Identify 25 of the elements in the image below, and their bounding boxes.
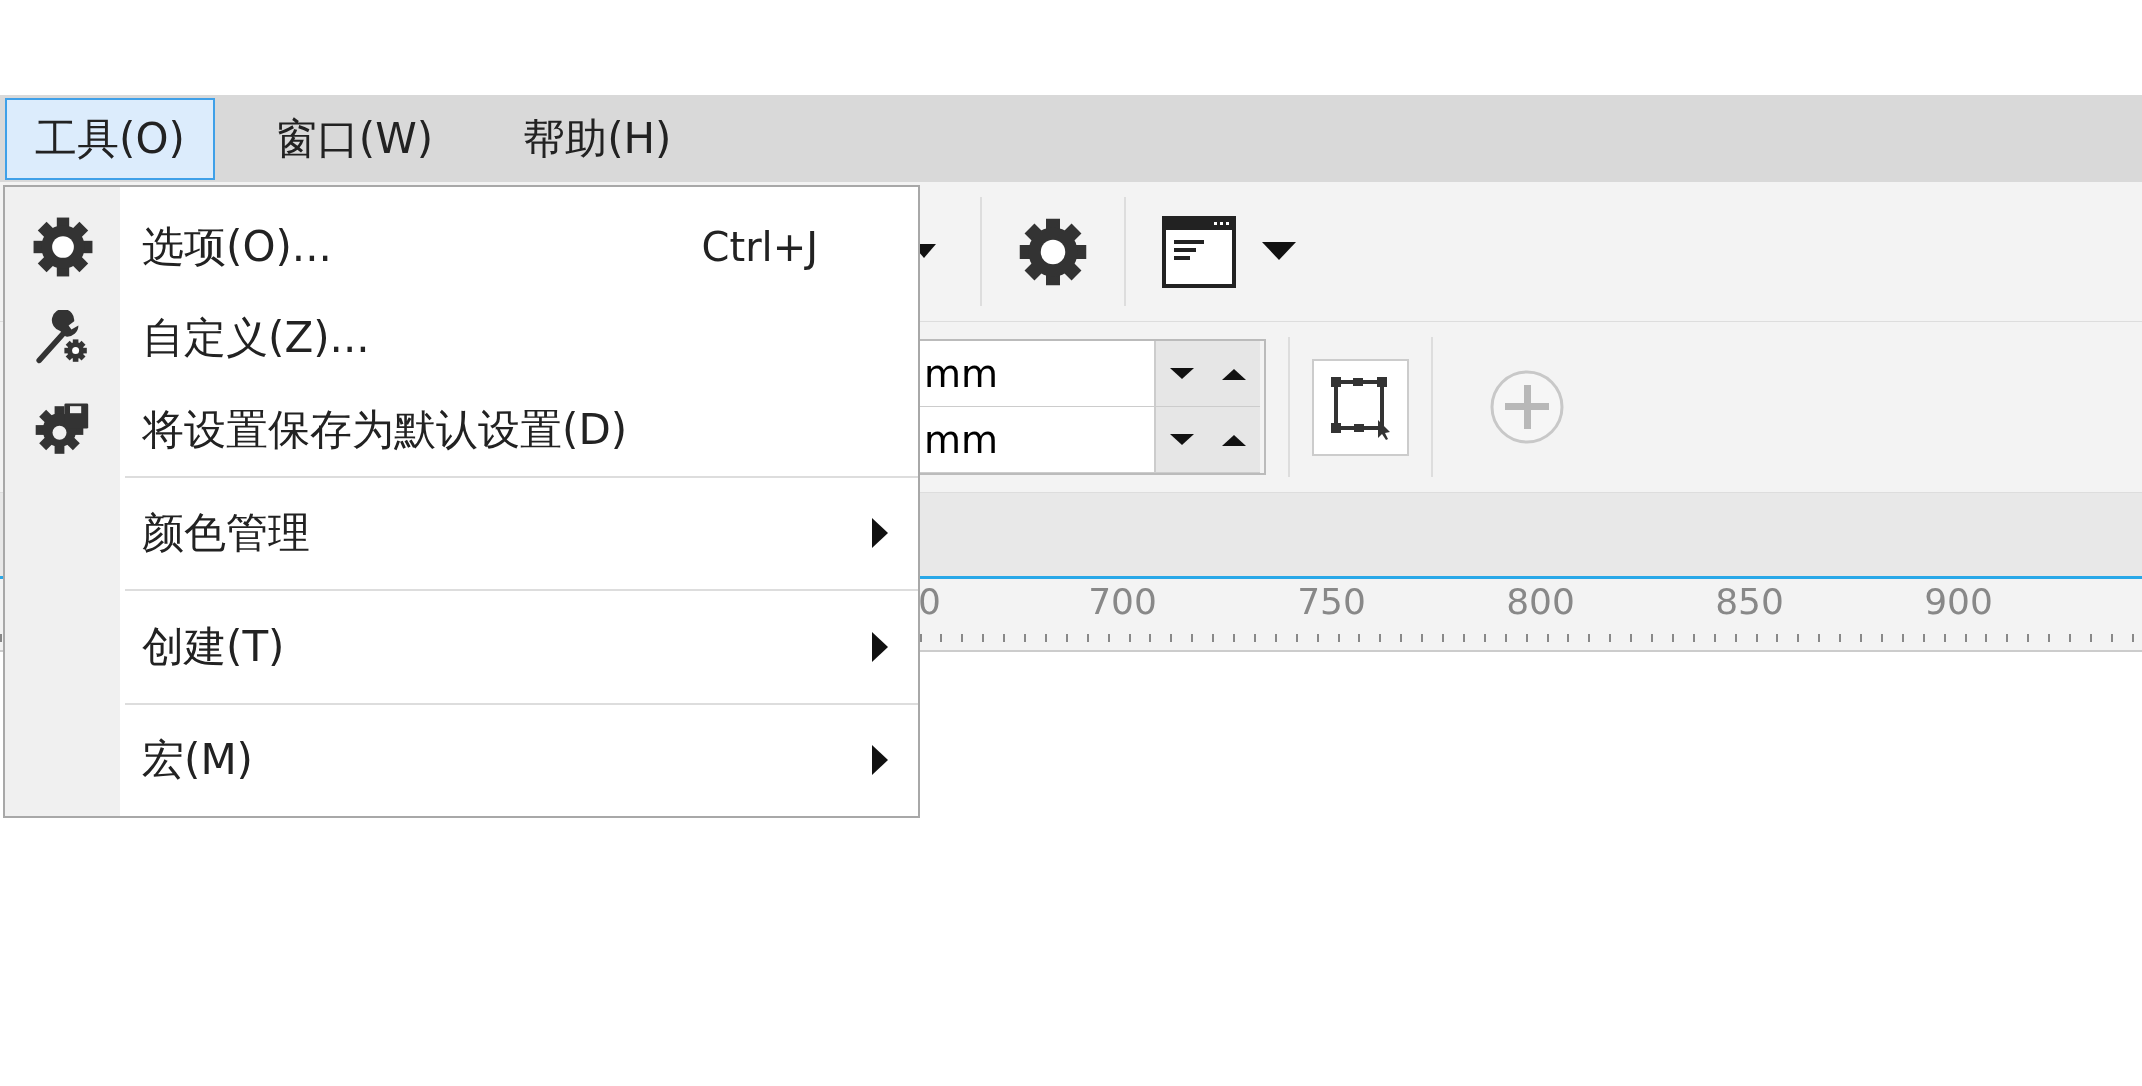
menu-item[interactable]: 选项(O)... bbox=[120, 218, 702, 275]
settings-icon bbox=[1018, 216, 1088, 287]
spin-up-icon[interactable] bbox=[1222, 433, 1246, 446]
selection-button[interactable] bbox=[1312, 358, 1409, 456]
ruler-label: 850 bbox=[1714, 580, 1785, 624]
spin-down-icon[interactable] bbox=[1170, 367, 1194, 380]
ruler-label: 700 bbox=[1087, 580, 1158, 624]
settings-icon bbox=[31, 215, 94, 278]
menu-item[interactable]: 创建(T) bbox=[125, 618, 872, 675]
menu-title[interactable]: 帮助(H) bbox=[493, 97, 702, 180]
caret-icon[interactable] bbox=[1262, 241, 1296, 262]
ruler-label: 750 bbox=[1296, 580, 1367, 624]
menu-item[interactable]: 宏(M) bbox=[125, 732, 872, 789]
window-icon[interactable] bbox=[1162, 215, 1236, 288]
ruler-label: 0 bbox=[918, 580, 938, 624]
submenu-arrow-icon bbox=[872, 745, 888, 776]
spin-down-icon[interactable] bbox=[1170, 433, 1194, 446]
submenu-arrow-icon bbox=[872, 631, 888, 662]
ruler-label: 900 bbox=[1923, 580, 1994, 624]
spin-up-icon[interactable] bbox=[1222, 367, 1246, 380]
menu-title[interactable]: 工具(O) bbox=[5, 97, 215, 180]
menu-title[interactable]: 窗口(W) bbox=[244, 97, 464, 180]
submenu-arrow-icon bbox=[872, 518, 888, 549]
shortcut-label: Ctrl+J bbox=[701, 223, 818, 270]
ruler-label: 800 bbox=[1505, 580, 1576, 624]
